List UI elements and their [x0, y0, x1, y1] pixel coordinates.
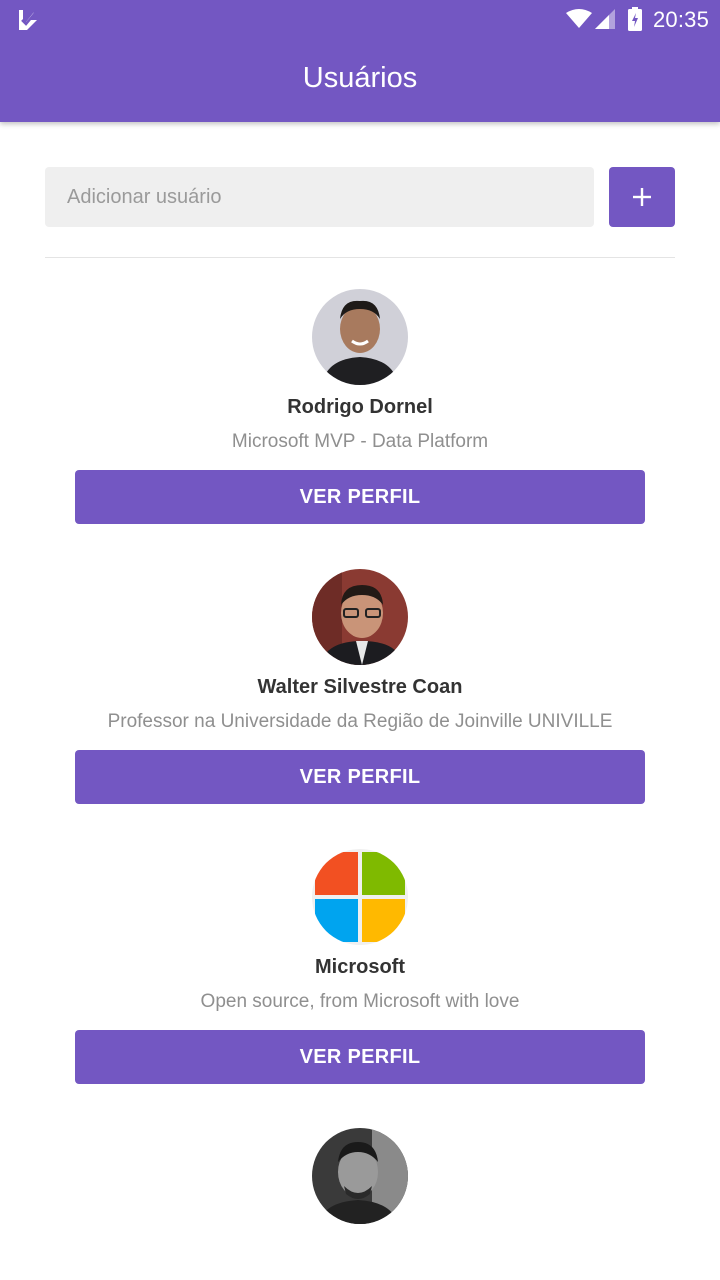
user-bio: Open source, from Microsoft with love [200, 991, 520, 1012]
user-name: Microsoft [315, 956, 405, 978]
avatar [312, 289, 408, 385]
user-card: Rodrigo Dornel Microsoft MVP - Data Plat… [0, 289, 720, 549]
user-card [0, 1128, 720, 1280]
avatar [312, 1128, 408, 1224]
view-profile-button[interactable]: VER PERFIL [75, 470, 645, 524]
add-user-input[interactable] [45, 167, 594, 227]
signal-icon [595, 9, 615, 29]
app-notification-icon [19, 10, 37, 30]
microsoft-logo-avatar [312, 849, 408, 945]
status-bar: 20:35 [0, 0, 720, 40]
view-profile-button[interactable]: VER PERFIL [75, 750, 645, 804]
status-time: 20:35 [653, 7, 710, 32]
user-card: Microsoft Open source, from Microsoft wi… [0, 849, 720, 1109]
battery-charging-icon [628, 7, 642, 31]
user-bio: Microsoft MVP - Data Platform [231, 431, 489, 452]
user-name: Rodrigo Dornel [287, 396, 433, 418]
user-name: Walter Silvestre Coan [257, 676, 463, 698]
plus-icon [633, 188, 651, 206]
user-card: Walter Silvestre Coan Professor na Unive… [0, 569, 720, 829]
wifi-icon [566, 9, 592, 28]
divider [45, 257, 675, 258]
page-title: Usuários [302, 62, 418, 94]
user-bio: Professor na Universidade da Região de J… [107, 711, 613, 732]
app-bar: 20:35 Usuários [0, 0, 720, 122]
avatar [312, 569, 408, 665]
view-profile-button[interactable]: VER PERFIL [75, 1030, 645, 1084]
add-user-button[interactable] [609, 167, 675, 227]
